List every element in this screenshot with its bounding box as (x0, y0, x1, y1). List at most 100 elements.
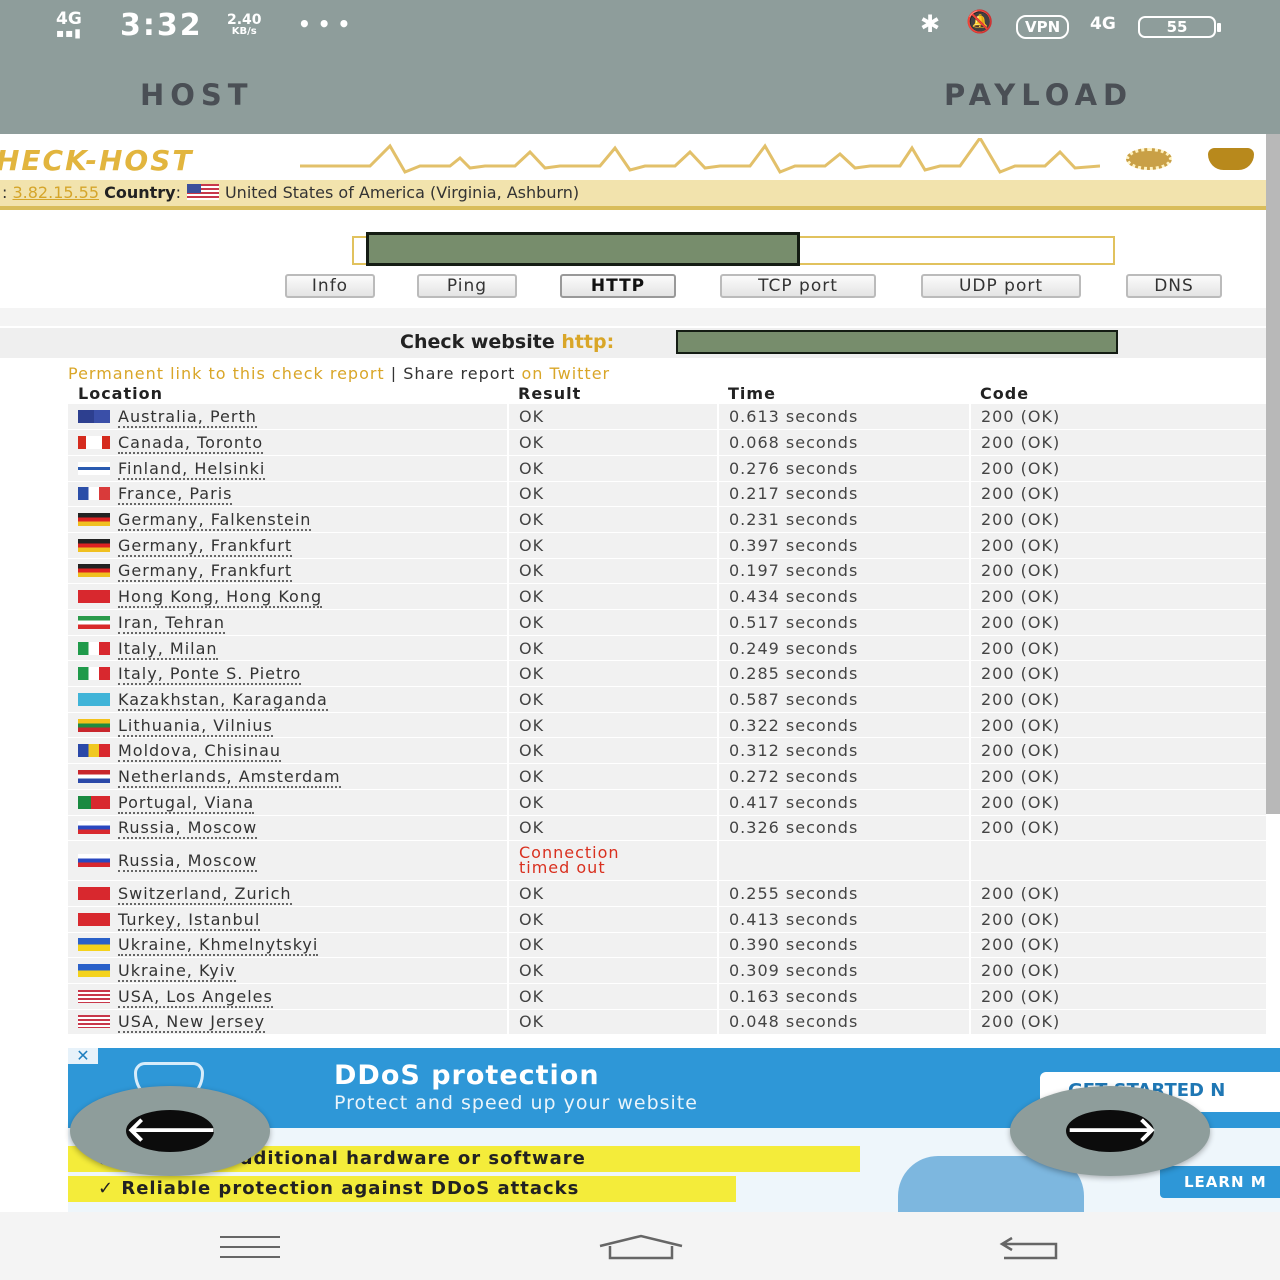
sun-icon[interactable] (1126, 148, 1172, 170)
table-row: Moldova, Chisinau OK 0.312 seconds 200 (OK) (68, 737, 1268, 765)
result-text: OK (519, 818, 545, 838)
location-link[interactable]: Germany, Frankfurt (118, 561, 293, 583)
cell-time: 0.417 seconds (718, 789, 971, 816)
page-scrollbar[interactable] (1266, 134, 1280, 814)
us-flag-icon (186, 184, 219, 200)
cell-time: 0.390 seconds (718, 932, 971, 959)
hk-flag-icon (78, 590, 110, 604)
cell-time: 0.231 seconds (718, 506, 971, 533)
cell-result: OK (508, 763, 719, 790)
cell-result: Connection timed out (508, 840, 719, 882)
pt-flag-icon (78, 795, 110, 809)
au-flag-icon (78, 410, 110, 424)
permanent-link[interactable]: Permanent link to this check report (68, 364, 385, 383)
result-text: OK (519, 510, 545, 530)
cell-location: Iran, Tehran (68, 609, 509, 636)
location-link[interactable]: Lithuania, Vilnius (118, 715, 273, 737)
tab-host[interactable]: HOST (140, 78, 254, 112)
tool-button-udp-port[interactable]: UDP port (921, 274, 1081, 298)
cell-code: 200 (OK) (970, 906, 1268, 933)
location-link[interactable]: Russia, Moscow (118, 818, 258, 840)
cell-result: OK (508, 532, 719, 559)
location-link[interactable]: Switzerland, Zurich (118, 884, 292, 906)
location-link[interactable]: Hong Kong, Hong Kong (118, 587, 323, 609)
menu-icon[interactable] (220, 1236, 280, 1258)
cell-location: Portugal, Viana (68, 789, 509, 816)
cell-time: 0.068 seconds (718, 429, 971, 456)
location-link[interactable]: Italy, Milan (118, 638, 218, 660)
location-link[interactable]: Turkey, Istanbul (118, 909, 261, 931)
result-text: OK (519, 664, 545, 684)
cell-code: 200 (OK) (970, 429, 1268, 456)
cell-result: OK (508, 609, 719, 636)
table-row: Canada, Toronto OK 0.068 seconds 200 (OK) (68, 429, 1268, 456)
tool-button-dns[interactable]: DNS (1126, 274, 1222, 298)
tool-button-ping[interactable]: Ping (417, 274, 517, 298)
location-link[interactable]: Kazakhstan, Karaganda (118, 689, 328, 711)
location-link[interactable]: Netherlands, Amsterdam (118, 766, 341, 788)
tool-button-info[interactable]: Info (285, 274, 375, 298)
site-logo[interactable]: HECK-HOST (0, 144, 193, 177)
location-link[interactable]: Canada, Toronto (118, 433, 264, 455)
tool-button-http[interactable]: HTTP (560, 274, 676, 298)
location-link[interactable]: Australia, Perth (118, 407, 257, 429)
ad-close-icon[interactable]: ✕ (68, 1048, 98, 1064)
table-row: France, Paris OK 0.217 seconds 200 (OK) (68, 481, 1268, 508)
tab-payload[interactable]: PAYLOAD (944, 78, 1133, 112)
cell-location: Germany, Frankfurt (68, 532, 509, 559)
result-text: OK (519, 535, 545, 555)
cell-code: 200 (OK) (970, 506, 1268, 533)
cell-code: 200 (OK) (970, 660, 1268, 688)
tool-button-tcp-port[interactable]: TCP port (720, 274, 876, 298)
location-link[interactable]: Ukraine, Kyiv (118, 961, 236, 983)
result-text: OK (519, 458, 545, 478)
table-row: Ukraine, Khmelnytskyi OK 0.390 seconds 200 … (68, 932, 1268, 959)
heartbeat-graphic (300, 138, 1100, 174)
location-link[interactable]: Germany, Falkenstein (118, 510, 312, 532)
location-link[interactable]: France, Paris (118, 484, 233, 506)
cell-code: 200 (OK) (970, 880, 1268, 907)
back-arrow-button[interactable]: 🡐 (70, 1086, 270, 1176)
result-text: OK (519, 935, 545, 955)
more-notifications-icon: • • • (298, 12, 351, 36)
location-link[interactable]: Portugal, Viana (118, 792, 255, 814)
cell-code: 200 (OK) (970, 957, 1268, 984)
location-link[interactable]: Russia, Moscow (118, 851, 258, 873)
learn-more-button[interactable]: LEARN M (1160, 1166, 1280, 1198)
cell-code: 200 (OK) (970, 789, 1268, 816)
location-link[interactable]: USA, New Jersey (118, 1012, 266, 1034)
back-icon[interactable] (998, 1234, 1060, 1260)
forward-arrow-button[interactable]: 🡒 (1010, 1086, 1210, 1176)
result-text: OK (519, 1012, 545, 1032)
cell-code: 200 (OK) (970, 455, 1268, 482)
twitter-link[interactable]: on Twitter (521, 364, 610, 383)
ip-link[interactable]: 3.82.15.55 (12, 183, 99, 202)
table-row: Iran, Tehran OK 0.517 seconds 200 (OK) (68, 609, 1268, 636)
home-icon[interactable] (598, 1234, 684, 1260)
mute-icon: 🔕 (966, 10, 994, 35)
cat-icon[interactable] (1208, 148, 1254, 170)
host-input[interactable] (352, 232, 1115, 266)
cell-time: 0.197 seconds (718, 558, 971, 585)
location-link[interactable]: Germany, Frankfurt (118, 535, 293, 557)
location-link[interactable]: Ukraine, Khmelnytskyi (118, 935, 319, 957)
cell-location: Russia, Moscow (68, 815, 509, 842)
cell-time: 0.434 seconds (718, 583, 971, 610)
location-link[interactable]: Finland, Helsinki (118, 458, 266, 480)
de-flag-icon (78, 538, 110, 552)
signal-bars-icon: ▪▪▮ (56, 26, 82, 40)
cell-location: USA, Los Angeles (68, 983, 509, 1010)
location-link[interactable]: Moldova, Chisinau (118, 741, 282, 763)
cell-code: 200 (OK) (970, 737, 1268, 765)
location-link[interactable]: Italy, Ponte S. Pietro (118, 664, 302, 686)
table-row: USA, Los Angeles OK 0.163 seconds 200 (OK) (68, 983, 1268, 1010)
location-link[interactable]: Iran, Tehran (118, 612, 225, 634)
cell-location: Kazakhstan, Karaganda (68, 686, 509, 713)
cell-result: OK (508, 932, 719, 959)
ru-flag-icon (78, 854, 110, 868)
cell-time: 0.613 seconds (718, 404, 971, 431)
cell-code: 200 (OK) (970, 583, 1268, 610)
table-row: Turkey, Istanbul OK 0.413 seconds 200 (OK) (68, 906, 1268, 933)
cell-location: Finland, Helsinki (68, 455, 509, 482)
location-link[interactable]: USA, Los Angeles (118, 986, 273, 1008)
